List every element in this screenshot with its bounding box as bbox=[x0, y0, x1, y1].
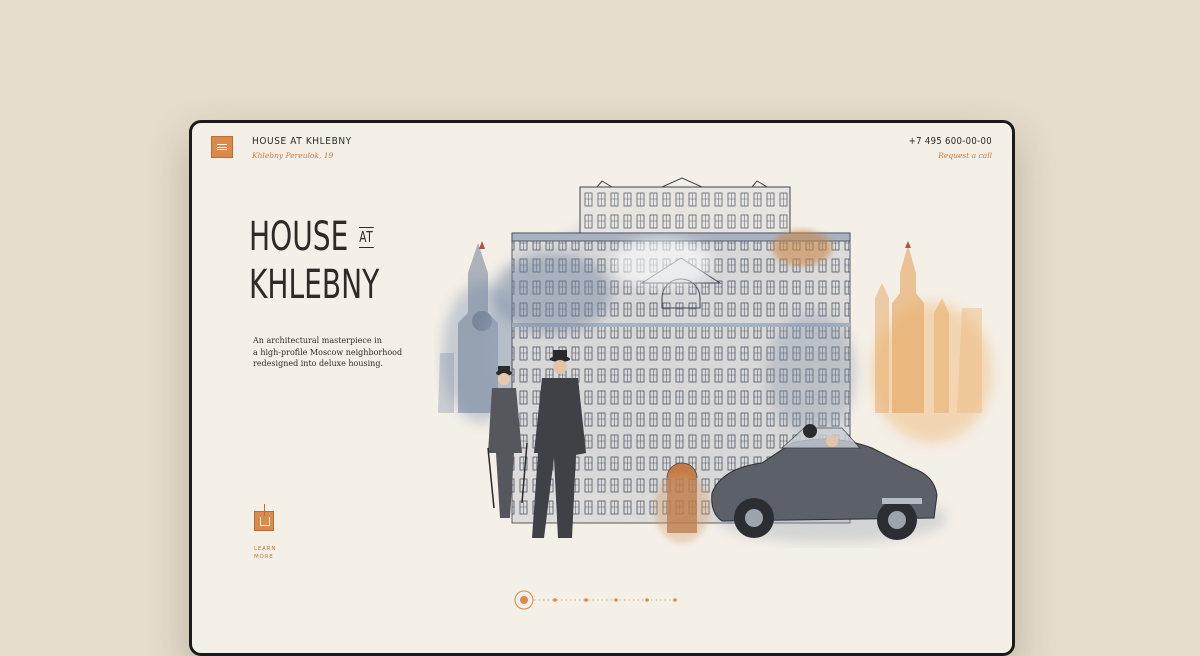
slide-pager[interactable] bbox=[510, 589, 685, 611]
browser-frame: HOUSE AT KHLEBNY Khlebny Pereulok, 19 +7… bbox=[189, 120, 1015, 656]
pager-dot[interactable] bbox=[673, 598, 677, 602]
pager-dot[interactable] bbox=[553, 598, 557, 602]
watercolor-building-illustration bbox=[438, 177, 992, 543]
pager-dot[interactable] bbox=[614, 598, 618, 602]
pager-dot-active[interactable] bbox=[520, 596, 528, 604]
pager-dot[interactable] bbox=[645, 598, 649, 602]
pager-dot[interactable] bbox=[584, 598, 588, 602]
kremlin-tower-right bbox=[872, 241, 992, 443]
